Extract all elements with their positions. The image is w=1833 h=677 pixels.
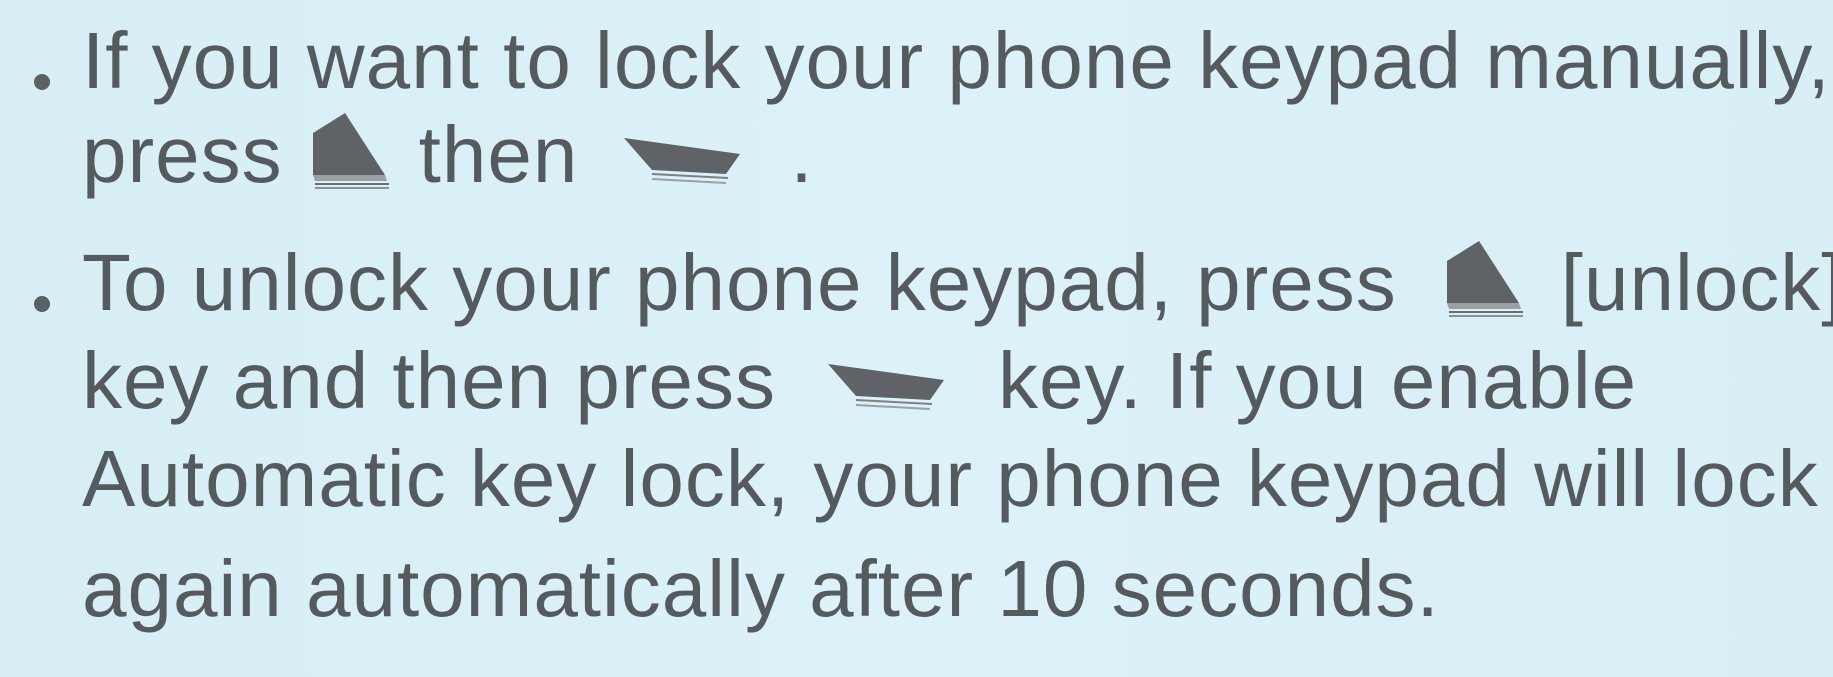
bullet-1-line-2-after: . bbox=[790, 110, 814, 199]
bullet-2-line-2-before: key and then press bbox=[82, 336, 776, 425]
bullet-dot bbox=[34, 296, 50, 312]
bullet-dot bbox=[34, 74, 50, 90]
bullet-2-line-2-after: key. If you enable bbox=[997, 336, 1638, 425]
left-soft-key-icon bbox=[312, 113, 389, 189]
bullet-2-line-2: key and then press key. If you enable bbox=[82, 336, 1637, 426]
bullet-2-line-4: again automatically after 10 seconds. bbox=[82, 544, 1440, 633]
bullet-2-line-3: Automatic key lock, your phone keypad wi… bbox=[82, 434, 1819, 523]
right-soft-key-icon bbox=[624, 138, 741, 184]
bullet-1-line-2: press then . bbox=[82, 110, 814, 200]
bullet-2-line-1-after: [unlock] bbox=[1560, 238, 1833, 327]
bullet-1-line-2-middle: then bbox=[418, 110, 579, 199]
bullet-1-line-2-before: press bbox=[82, 110, 283, 199]
left-soft-key-icon bbox=[1446, 241, 1523, 317]
instruction-page: If you want to lock your phone keypad ma… bbox=[0, 0, 1833, 677]
bullet-2-line-1-before: To unlock your phone keypad, press bbox=[82, 238, 1397, 327]
right-soft-key-icon bbox=[827, 364, 944, 410]
bullet-2-line-1: To unlock your phone keypad, press [unlo… bbox=[82, 238, 1833, 328]
bullet-1-line-1: If you want to lock your phone keypad ma… bbox=[82, 16, 1831, 105]
